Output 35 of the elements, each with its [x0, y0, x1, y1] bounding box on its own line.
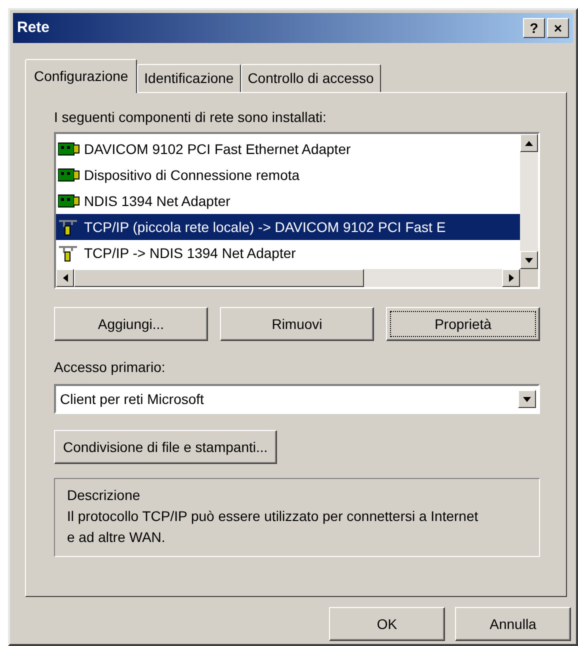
scroll-down-icon[interactable] — [520, 251, 538, 269]
list-item[interactable]: Dispositivo di Connessione remota — [56, 162, 520, 188]
field-label: Accesso primario: — [54, 358, 166, 377]
action-button[interactable]: Rimuovi — [220, 307, 374, 341]
network-card-icon — [58, 193, 80, 209]
action-button[interactable]: Aggiungi... — [54, 307, 208, 341]
help-button[interactable]: ? — [523, 18, 545, 38]
window-title: Rete — [17, 18, 51, 38]
group-title: Descrizione — [67, 486, 142, 505]
description-text: Il protocollo TCP/IP può essere utilizzato per connettersi a Internet e ad altre WAN. — [67, 507, 480, 547]
list-item[interactable]: TCP/IP -> NDIS 1394 Net Adapter — [56, 240, 520, 266]
network-card-icon — [58, 141, 80, 157]
scroll-thumb[interactable] — [74, 269, 364, 287]
tab[interactable]: Configurazione — [25, 59, 138, 93]
dialog-button[interactable]: Annulla — [455, 607, 571, 641]
scroll-right-icon[interactable] — [502, 269, 520, 287]
tab[interactable]: Controllo di accesso — [240, 64, 381, 92]
list-item[interactable]: NDIS 1394 Net Adapter — [56, 188, 520, 214]
network-plug-icon — [58, 218, 80, 236]
horizontal-scrollbar[interactable] — [56, 269, 520, 287]
tab[interactable]: Identificazione — [137, 64, 241, 92]
network-card-icon — [58, 167, 80, 183]
scroll-left-icon[interactable] — [56, 269, 74, 287]
sharing-button[interactable]: Condivisione di file e stampanti... — [54, 430, 277, 464]
list-item[interactable]: DAVICOM 9102 PCI Fast Ethernet Adapter — [56, 136, 520, 162]
list-item[interactable]: TCP/IP (piccola rete locale) -> DAVICOM 9102 PCI Fast E — [56, 214, 520, 240]
scroll-up-icon[interactable] — [520, 134, 538, 152]
scrollbar-corner — [520, 269, 538, 287]
action-button[interactable]: Proprietà — [386, 307, 540, 341]
list-label: I seguenti componenti di rete sono installati: — [54, 108, 328, 127]
dialog-button[interactable]: OK — [329, 607, 445, 641]
network-plug-icon — [58, 244, 80, 262]
close-button[interactable]: × — [547, 18, 569, 38]
primary-access-dropdown[interactable]: Client per reti Microsoft — [54, 384, 540, 414]
vertical-scrollbar[interactable] — [520, 134, 538, 269]
